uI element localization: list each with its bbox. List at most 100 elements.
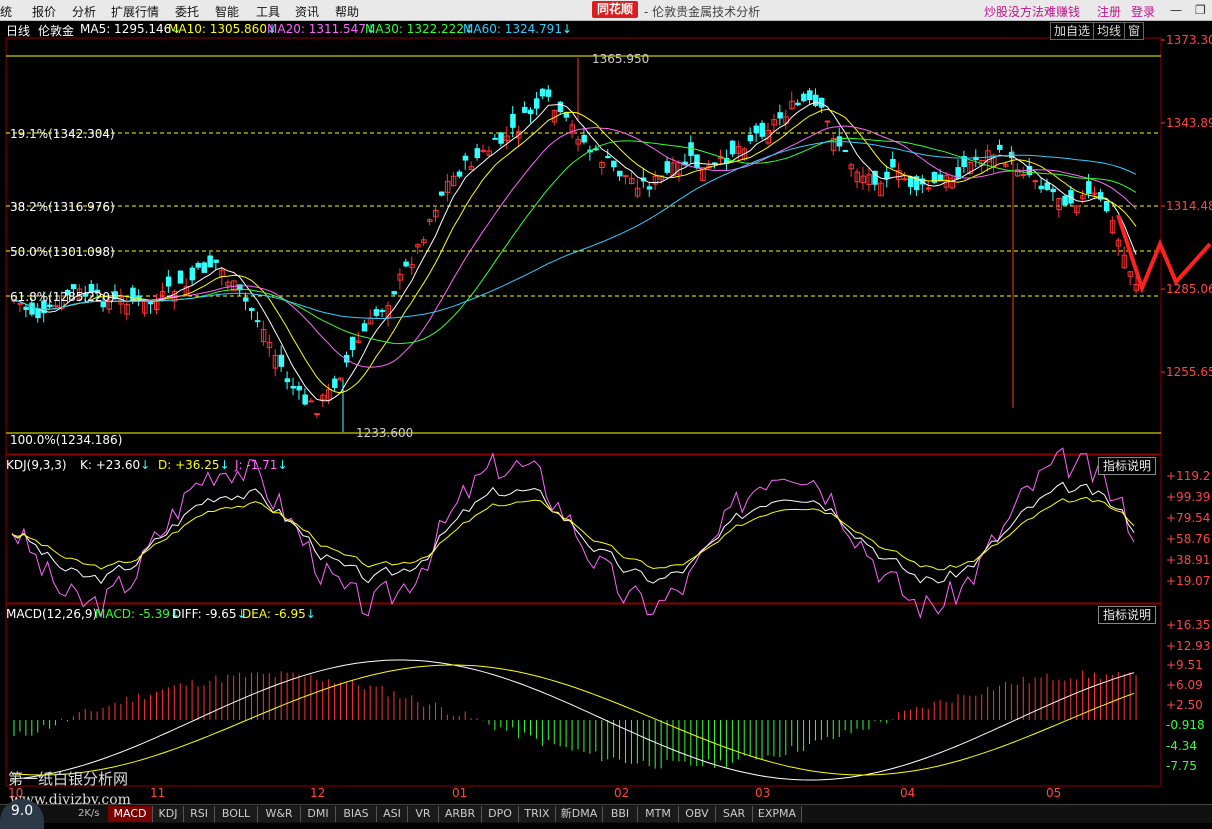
tab-dmi[interactable]: DMI: [301, 806, 336, 822]
symbol-label: 伦敦金: [38, 24, 75, 38]
candle-body: [1062, 195, 1068, 206]
candle-body: [278, 354, 285, 367]
kdj-title: KDJ(9,3,3): [6, 458, 67, 472]
tab-macd[interactable]: MACD: [108, 806, 153, 822]
macd-diff-readout: DIFF: -9.65↓: [172, 607, 247, 621]
candle-body: [646, 186, 653, 190]
candle-body: [907, 177, 914, 187]
month-label: 03: [755, 786, 771, 800]
candle-body: [243, 297, 249, 302]
kdj-k-line: [11, 481, 1135, 585]
candle-body: [1086, 181, 1092, 194]
macd-axis-label: -4.34: [1166, 739, 1198, 753]
kdj-j-readout: J: -1.71↓: [235, 458, 288, 472]
candle-body: [456, 171, 463, 177]
tab-dpo[interactable]: DPO: [482, 806, 519, 822]
candle-body: [533, 98, 540, 109]
kdj-j-line: [11, 447, 1135, 620]
candle-body: [314, 413, 320, 416]
candle-body: [795, 102, 801, 106]
month-label: 11: [150, 786, 166, 800]
candle-body: [201, 262, 207, 273]
tab-trix[interactable]: TRIX: [519, 806, 556, 822]
candle-body: [617, 170, 623, 177]
candle-body: [290, 386, 297, 389]
candle-body: [480, 149, 487, 152]
candle-body: [545, 89, 552, 97]
macd-axis-label: -7.75: [1166, 759, 1198, 773]
tab-vr[interactable]: VR: [408, 806, 439, 822]
candle-body: [664, 161, 671, 173]
candle-body: [777, 112, 783, 119]
month-label: 05: [1046, 786, 1062, 800]
candle-body: [438, 191, 445, 196]
candle-body: [296, 386, 302, 391]
tab-arbr[interactable]: ARBR: [439, 806, 482, 822]
ma10-readout: MA10: 1305.860↓: [168, 22, 278, 36]
kdj-help-button[interactable]: 指标说明: [1098, 457, 1157, 475]
moving-average-button[interactable]: 均线: [1093, 22, 1126, 40]
candle-body: [332, 378, 338, 388]
price-axis-label: 1373.303: [1166, 33, 1212, 47]
macd-axis-label: +6.09: [1166, 678, 1203, 692]
tab-obv[interactable]: OBV: [679, 806, 716, 822]
candle-body: [492, 137, 498, 140]
candle-body: [189, 267, 196, 281]
kdj-axis-label: +58.76: [1166, 532, 1211, 546]
network-speed: 2K/s: [78, 808, 100, 819]
candle-body: [1103, 200, 1110, 212]
candle-body: [925, 187, 932, 190]
macd-dea-readout: DEA: -6.95↓: [242, 607, 316, 621]
macd-axis-label: +12.93: [1166, 639, 1211, 653]
low-annotation: 1233.600: [356, 426, 414, 440]
candle-body: [177, 270, 184, 284]
candle-body: [391, 291, 397, 295]
kdj-panel-border: [5, 454, 1162, 604]
candle-body: [902, 178, 908, 181]
tab-expma[interactable]: EXPMA: [753, 806, 802, 822]
candle-body: [694, 154, 700, 169]
tab-dma[interactable]: 新DMA: [556, 806, 603, 822]
ma30-readout: MA30: 1322.222↓: [365, 22, 475, 36]
candle-body: [302, 394, 308, 405]
candle-body: [747, 134, 754, 142]
candle-body: [130, 287, 136, 302]
kdj-axis-label: +79.54: [1166, 511, 1211, 525]
fib-level-500: 50.0%(1301.098): [10, 245, 115, 259]
candle-body: [1050, 188, 1056, 193]
add-favorite-button[interactable]: 加自选: [1050, 22, 1095, 40]
candle-body: [1044, 182, 1051, 190]
tab-kdj[interactable]: KDJ: [153, 806, 184, 822]
tab-wr[interactable]: W&R: [258, 806, 301, 822]
tab-bias[interactable]: BIAS: [336, 806, 377, 822]
window-button[interactable]: 窗: [1124, 22, 1145, 40]
candle-body: [498, 132, 504, 144]
kdj-d-readout: D: +36.25↓: [158, 458, 230, 472]
candle-body: [759, 122, 766, 137]
candle-body: [308, 400, 314, 403]
tab-mtm[interactable]: MTM: [638, 806, 679, 822]
candle-body: [248, 308, 255, 312]
tab-sar[interactable]: SAR: [716, 806, 753, 822]
tab-rsi[interactable]: RSI: [184, 806, 215, 822]
candle-body: [997, 144, 1003, 150]
candle-body: [824, 120, 831, 123]
kdj-axis-label: +99.39: [1166, 490, 1211, 504]
price-axis-label: 1343.892: [1166, 116, 1212, 130]
kdj-axis-label: +38.91: [1166, 553, 1211, 567]
candle-body: [812, 94, 819, 106]
candle-body: [539, 88, 546, 97]
price-axis-label: 1255.658: [1166, 365, 1212, 379]
tab-boll[interactable]: BOLL: [215, 806, 258, 822]
candle-body: [47, 304, 53, 308]
main-panel-border: [5, 37, 1162, 455]
chart-canvas: [5, 37, 1212, 787]
macd-help-button[interactable]: 指标说明: [1098, 606, 1157, 624]
kdj-k-readout: K: +23.60↓: [80, 458, 151, 472]
candle-body: [195, 262, 202, 268]
tab-bbi[interactable]: BBI: [603, 806, 638, 822]
candle-body: [611, 160, 617, 168]
tab-asi[interactable]: ASI: [377, 806, 408, 822]
price-axis-label: 1314.481: [1166, 199, 1212, 213]
month-label: 04: [900, 786, 916, 800]
